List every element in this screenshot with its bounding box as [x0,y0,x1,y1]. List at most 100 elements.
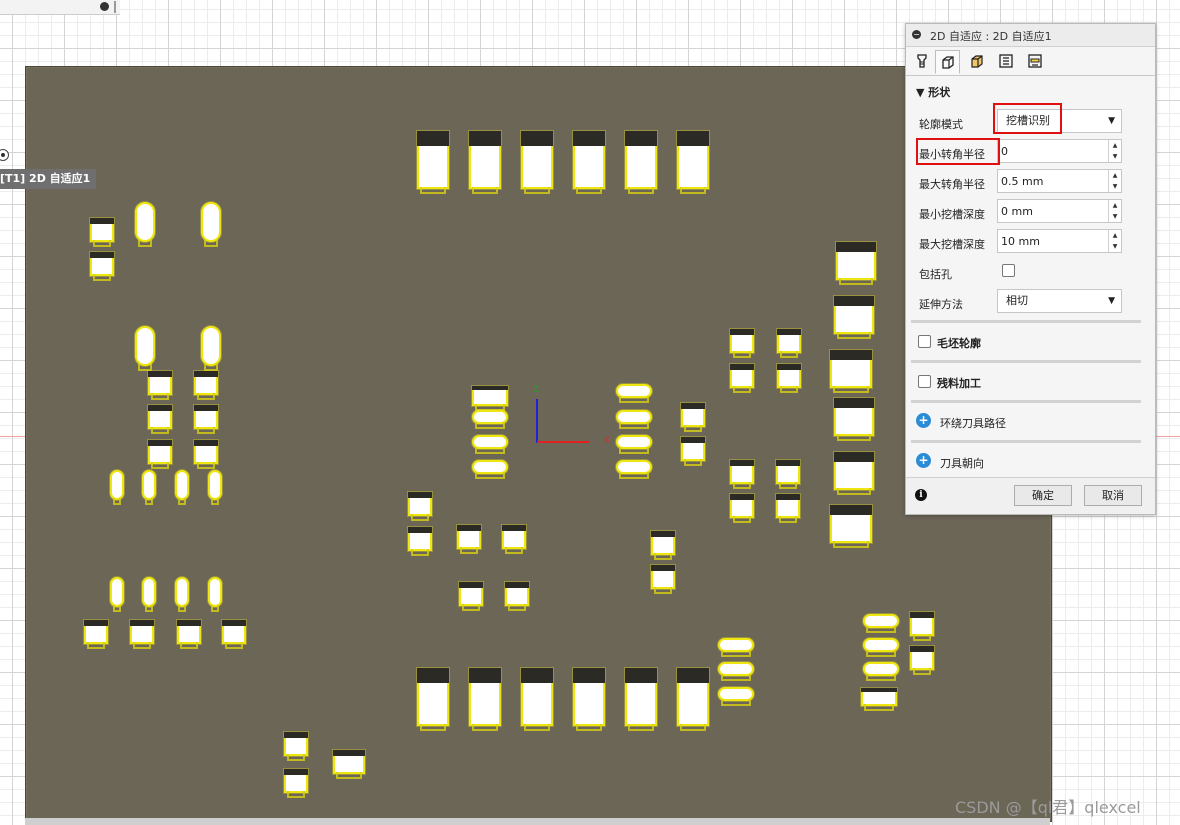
browser-tab[interactable] [0,0,120,15]
viewport-bottom-strip [25,818,1050,825]
max-pocket-depth-field[interactable]: ▲▼ [997,229,1122,253]
include-holes-checkbox[interactable] [1002,264,1015,277]
highlight-min-corner-radius [916,138,1000,165]
pocket-slot [616,435,652,454]
min-pocket-depth-stepper[interactable]: ▲ ▼ [1108,200,1121,222]
pocket-pad [459,582,483,611]
max-corner-radius-stepper[interactable]: ▲ ▼ [1108,170,1121,192]
watermark: CSDN @【ql君】qlexcel [955,798,1141,817]
heights-icon [970,55,983,68]
pocket-pad [730,460,754,489]
max-corner-radius-input[interactable] [998,170,1101,192]
tool-icon [916,54,927,68]
tab-tool[interactable] [909,50,934,74]
rest-machining-checkbox[interactable] [918,375,931,388]
expand-plus-icon[interactable]: + [916,453,931,468]
max-pocket-depth-input[interactable] [998,230,1101,252]
pocket-slot [718,687,754,706]
pocket-pad [681,437,705,466]
include-holes-label: 包括孔 [919,268,952,281]
extend-method-label: 延伸方法 [919,298,963,311]
max-pocket-depth-stepper[interactable]: ▲ ▼ [1108,230,1121,252]
pocket-slot [175,470,189,505]
pocket-pad [677,668,709,731]
tab-linking[interactable] [1022,50,1047,74]
stock-contour-checkbox[interactable] [918,335,931,348]
min-pocket-depth-field[interactable]: ▲▼ [997,199,1122,223]
passes-icon [998,54,1013,68]
max-corner-radius-label: 最大转角半径 [919,178,985,191]
chevron-down-icon: ▼ [1108,296,1115,306]
section-shape-header[interactable]: ▼ 形状 [916,84,950,100]
tool-orientation-label[interactable]: 刀具朝向 [940,455,984,471]
collapse-icon[interactable]: − [912,30,921,39]
pocket-pad [469,668,501,731]
pocket-pad [730,364,754,393]
pocket-pad [521,131,553,194]
pocket-pad [284,732,308,761]
collapse-icon[interactable] [100,2,109,11]
stock-contour-label[interactable]: 毛坯轮廓 [937,335,981,351]
chevron-down-icon: ▼ [1108,116,1115,126]
tool-around-path-label[interactable]: 环绕刀具路径 [940,415,1006,431]
pocket-pad [681,403,705,432]
pocket-slot [472,435,508,454]
pocket-pad [130,620,154,649]
info-icon[interactable]: i [915,489,927,501]
min-corner-radius-stepper[interactable]: ▲ ▼ [1108,140,1121,162]
pocket-slot [110,470,124,505]
min-pocket-depth-label: 最小挖槽深度 [919,208,985,221]
section-divider [911,400,1141,403]
pocket-pad [776,494,800,523]
pocket-pad [830,350,872,393]
pocket-slot [863,662,899,681]
pocket-pad [861,688,897,711]
pocket-pad [573,668,605,731]
pocket-pad [651,531,675,560]
dialog-tabs [906,47,1155,76]
pocket-slot [142,577,156,612]
pocket-pad [730,329,754,358]
pocket-pad [417,668,449,731]
pocket-pad [834,452,874,495]
operation-label: [T1] 2D 自适应1 [0,169,97,189]
expand-plus-icon[interactable]: + [916,413,931,428]
pocket-pad [777,329,801,358]
pocket-pad [90,252,114,281]
ok-button[interactable]: 确定 [1014,485,1072,506]
pocket-slot [863,614,899,633]
highlight-contour-mode [993,103,1062,134]
tab-geometry[interactable] [935,50,960,74]
z-axis-label: Z [533,385,540,395]
pocket-pad [284,769,308,798]
pocket-pad [177,620,201,649]
rest-machining-label[interactable]: 残料加工 [937,375,981,391]
origin-triad: Z X [530,385,620,455]
extend-method-value: 相切 [1006,294,1028,307]
x-axis-label: X [604,436,611,446]
pocket-slot [472,410,508,429]
pocket-pad [834,398,874,441]
pocket-pad [148,440,172,469]
visibility-toggle-icon[interactable] [0,149,9,161]
min-corner-radius-input[interactable] [998,140,1101,162]
tab-passes[interactable] [993,50,1018,74]
pocket-pad [408,527,432,556]
min-corner-radius-field[interactable]: ▲▼ [997,139,1122,163]
pocket-pad [834,296,874,339]
extend-method-select[interactable]: 相切 ▼ [997,289,1122,313]
adaptive-2d-dialog: − 2D 自适应 : 2D 自适应1 ▼ 形状 轮廓模式 挖槽识别 ▼ 最小转角… [905,23,1156,515]
section-shape-title: 形状 [928,86,951,99]
min-pocket-depth-input[interactable] [998,200,1101,222]
pocket-pad [408,492,432,521]
pocket-pad [194,440,218,469]
contour-mode-label: 轮廓模式 [919,118,963,131]
pocket-pad [830,505,872,548]
max-corner-radius-field[interactable]: ▲▼ [997,169,1122,193]
cancel-button[interactable]: 取消 [1084,485,1142,506]
pocket-slot [142,470,156,505]
tab-heights[interactable] [964,50,989,74]
max-pocket-depth-label: 最大挖槽深度 [919,238,985,251]
section-divider [911,360,1141,363]
geometry-icon [941,56,954,69]
